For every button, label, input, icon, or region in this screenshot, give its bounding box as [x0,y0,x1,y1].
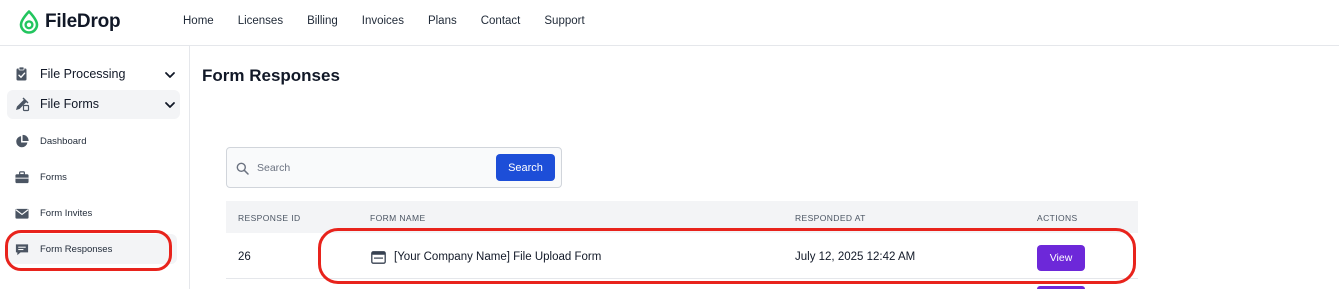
nav-contact[interactable]: Contact [481,14,521,28]
responded-at-cell: July 12, 2025 12:42 AM [795,251,916,263]
column-header-actions: ACTIONS [1037,213,1078,223]
browser-window-icon [371,251,386,264]
sidebar-group-file-processing[interactable]: File Processing [7,60,180,89]
top-bar: FileDrop Home Licenses Billing Invoices … [0,0,1339,46]
top-nav: Home Licenses Billing Invoices Plans Con… [183,14,609,28]
sidebar-item-label: Dashboard [40,136,87,147]
nav-support[interactable]: Support [544,14,584,28]
table-header: RESPONSE ID FORM NAME RESPONDED AT ACTIO… [226,201,1138,233]
sidebar-item-label: Forms [40,172,67,183]
table-row: 26 [Your Company Name] File Upload Form … [226,235,1138,279]
chevron-down-icon[interactable] [164,99,176,111]
sidebar-group-label: File Forms [40,97,100,111]
nav-invoices[interactable]: Invoices [362,14,404,28]
clipboard-check-icon [16,66,27,81]
column-header-response-id: RESPONSE ID [238,213,301,223]
sidebar-group-file-forms[interactable]: File Forms [7,90,180,119]
sidebar-item-label: Form Responses [40,244,113,255]
search-icon [236,162,249,175]
column-header-responded-at: RESPONDED AT [795,213,866,223]
logo[interactable]: FileDrop [18,8,121,36]
nav-home[interactable]: Home [183,14,214,28]
search-button[interactable]: Search [496,154,555,181]
form-name-cell[interactable]: [Your Company Name] File Upload Form [394,251,601,263]
chat-bubble-icon [15,244,29,256]
envelope-icon [15,208,29,219]
pie-chart-icon [16,134,29,148]
sidebar-item-form-responses[interactable]: Form Responses [7,234,177,264]
sidebar: File Processing File Forms Dashboard For… [0,46,190,289]
nav-billing[interactable]: Billing [307,14,338,28]
nav-licenses[interactable]: Licenses [238,14,283,28]
response-id-cell: 26 [238,251,251,263]
app-name: FileDrop [45,11,121,32]
briefcase-icon [15,171,29,184]
chevron-down-icon[interactable] [164,69,176,81]
page-title: Form Responses [202,66,340,85]
sidebar-item-forms[interactable]: Forms [7,162,177,192]
search-bar: Search [226,147,562,188]
view-button[interactable]: View [1037,245,1085,271]
sidebar-group-label: File Processing [40,67,126,81]
sidebar-item-form-invites[interactable]: Form Invites [7,198,177,228]
page: FileDrop Home Licenses Billing Invoices … [0,0,1339,289]
pencil-ruler-icon [16,97,30,112]
nav-plans[interactable]: Plans [428,14,457,28]
sidebar-item-dashboard[interactable]: Dashboard [7,126,177,156]
search-input[interactable] [257,157,487,179]
droplet-logo-icon [19,10,39,34]
sidebar-item-label: Form Invites [40,208,93,219]
column-header-form-name: FORM NAME [370,213,426,223]
